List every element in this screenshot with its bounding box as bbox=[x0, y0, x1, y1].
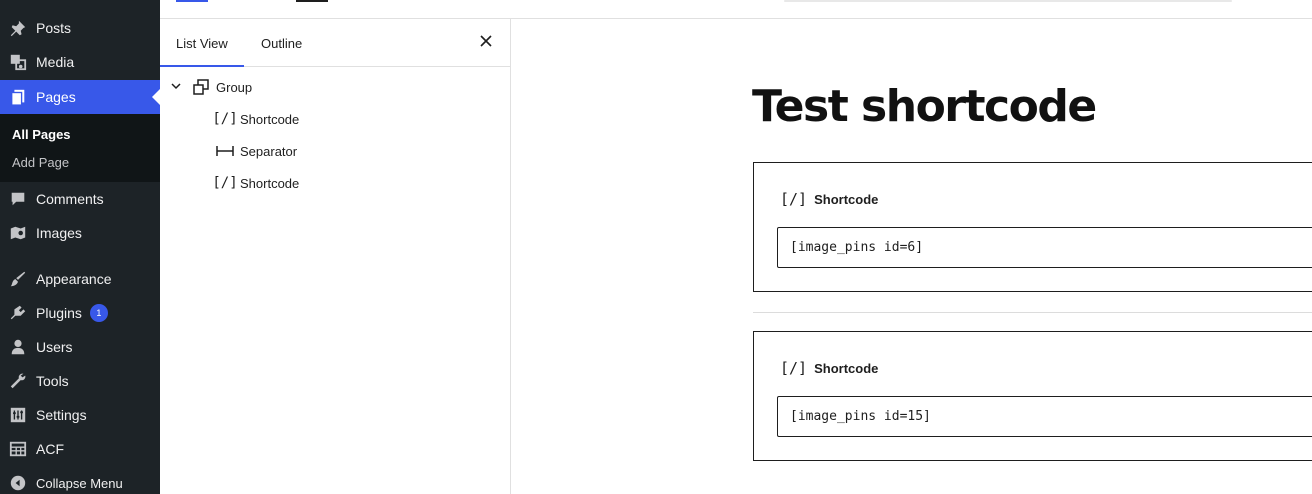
editor-app: Posts Media Pages All Pages Add Page Com… bbox=[0, 0, 1312, 494]
plugins-update-badge: 1 bbox=[89, 304, 108, 322]
user-icon bbox=[8, 337, 28, 357]
submenu-add-page[interactable]: Add Page bbox=[12, 155, 69, 170]
list-item-group[interactable]: Group bbox=[191, 73, 252, 101]
list-item-label: Group bbox=[216, 79, 253, 95]
list-item-label: Separator bbox=[240, 143, 298, 159]
tab-outline[interactable]: Outline bbox=[245, 19, 318, 67]
group-icon bbox=[191, 77, 211, 97]
menu-item-images[interactable]: Images bbox=[0, 216, 160, 250]
wrench-icon bbox=[8, 371, 28, 391]
shortcode-icon: [/] bbox=[212, 175, 238, 191]
shortcode-input[interactable]: [image_pins id=15] bbox=[777, 396, 1312, 437]
list-item-shortcode[interactable]: [/] Shortcode bbox=[212, 105, 300, 133]
shortcode-input[interactable]: [image_pins id=6] bbox=[777, 227, 1312, 268]
media-icon bbox=[8, 52, 28, 72]
menu-item-plugins[interactable]: Plugins 1 bbox=[0, 296, 160, 330]
shortcode-block-label: Shortcode bbox=[814, 191, 879, 207]
plugin-icon bbox=[8, 303, 28, 323]
submenu-all-pages[interactable]: All Pages bbox=[12, 127, 71, 142]
shortcode-block[interactable]: [/] Shortcode [image_pins id=6] bbox=[753, 162, 1312, 292]
shortcode-icon: [/] bbox=[780, 190, 808, 208]
list-item-separator[interactable]: Separator bbox=[215, 137, 297, 165]
shortcode-block-header: [/] Shortcode bbox=[780, 359, 878, 377]
menu-label: ACF bbox=[36, 441, 64, 457]
collapse-menu-button[interactable]: Collapse Menu bbox=[0, 466, 160, 494]
admin-sidebar: Posts Media Pages All Pages Add Page Com… bbox=[0, 0, 160, 494]
list-view-tabs: List View Outline bbox=[160, 19, 510, 67]
toolbar-command-bar[interactable] bbox=[784, 0, 1232, 2]
chevron-down-icon[interactable] bbox=[170, 79, 182, 91]
separator-block[interactable] bbox=[753, 312, 1312, 313]
brush-icon bbox=[8, 269, 28, 289]
toolbar-inserter-button[interactable] bbox=[176, 0, 208, 2]
menu-label: Settings bbox=[36, 407, 87, 423]
shortcode-icon: [/] bbox=[212, 111, 238, 127]
menu-label: Comments bbox=[36, 191, 104, 207]
editor-top-toolbar bbox=[160, 0, 1312, 19]
menu-item-acf[interactable]: ACF bbox=[0, 432, 160, 466]
pages-icon bbox=[8, 87, 28, 107]
menu-label: Posts bbox=[36, 20, 72, 36]
shortcode-block-header: [/] Shortcode bbox=[780, 190, 878, 208]
list-view-panel: List View Outline Group [/] Shortcode Se… bbox=[160, 19, 511, 494]
menu-label: Collapse Menu bbox=[36, 475, 123, 491]
collapse-icon bbox=[8, 473, 28, 493]
menu-label: Images bbox=[36, 225, 82, 241]
page-title[interactable]: Test shortcode bbox=[752, 81, 1097, 132]
menu-label: Pages bbox=[36, 89, 76, 105]
separator-icon bbox=[215, 141, 235, 161]
settings-icon bbox=[8, 405, 28, 425]
acf-icon bbox=[8, 439, 28, 459]
menu-item-tools[interactable]: Tools bbox=[0, 364, 160, 398]
menu-item-appearance[interactable]: Appearance bbox=[0, 262, 160, 296]
tab-list-view[interactable]: List View bbox=[160, 19, 244, 67]
tab-label: Outline bbox=[261, 35, 303, 51]
menu-label: Media bbox=[36, 54, 75, 70]
tab-label: List View bbox=[176, 35, 228, 51]
menu-label: Appearance bbox=[36, 271, 112, 287]
comment-icon bbox=[8, 189, 28, 209]
menu-item-users[interactable]: Users bbox=[0, 330, 160, 364]
list-item-shortcode[interactable]: [/] Shortcode bbox=[212, 169, 300, 197]
shortcode-icon: [/] bbox=[780, 359, 808, 377]
menu-item-pages[interactable]: Pages bbox=[0, 80, 160, 114]
menu-label: Users bbox=[36, 339, 73, 355]
images-icon bbox=[8, 223, 28, 243]
menu-label: Tools bbox=[36, 373, 69, 389]
menu-item-settings[interactable]: Settings bbox=[0, 398, 160, 432]
toolbar-list-view-button[interactable] bbox=[296, 0, 328, 2]
menu-item-media[interactable]: Media bbox=[0, 45, 160, 79]
menu-item-posts[interactable]: Posts bbox=[0, 11, 160, 45]
editor-canvas: Test shortcode [/] Shortcode [image_pins… bbox=[511, 19, 1312, 494]
menu-item-comments[interactable]: Comments bbox=[0, 182, 160, 216]
close-icon bbox=[480, 34, 492, 52]
shortcode-block[interactable]: [/] Shortcode [image_pins id=15] bbox=[753, 331, 1312, 461]
menu-label: Plugins bbox=[36, 305, 82, 321]
list-item-label: Shortcode bbox=[240, 175, 300, 191]
close-list-view-button[interactable] bbox=[476, 33, 496, 53]
pin-icon bbox=[8, 18, 28, 38]
shortcode-block-label: Shortcode bbox=[814, 360, 879, 376]
list-item-label: Shortcode bbox=[240, 111, 300, 127]
pages-submenu: All Pages Add Page bbox=[0, 114, 160, 182]
